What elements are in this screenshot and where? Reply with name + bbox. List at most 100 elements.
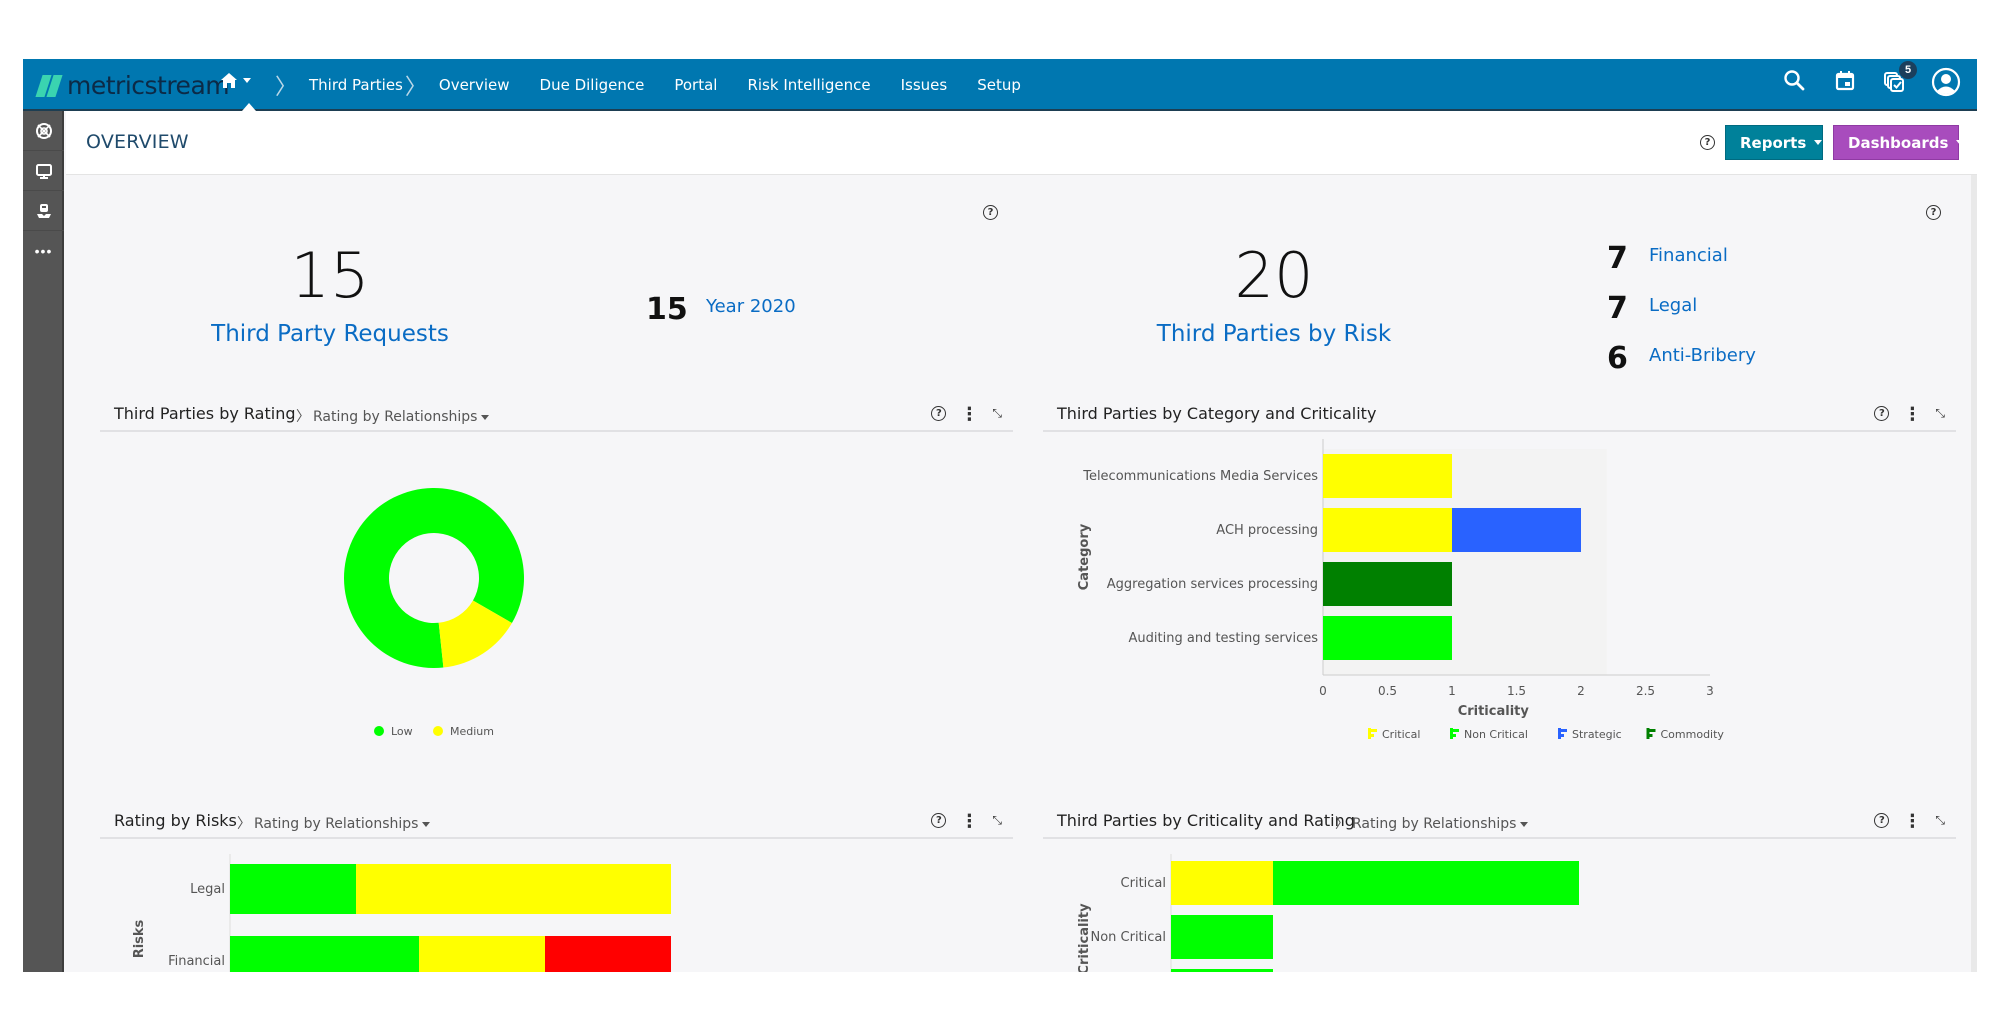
bar-low — [230, 936, 419, 972]
y-axis-title: Criticality — [1077, 903, 1092, 972]
bar-medium — [419, 936, 545, 972]
category-label: Telecommunications Media Services — [1082, 469, 1318, 484]
legend-swatch — [1450, 728, 1453, 739]
search-button[interactable] — [1781, 67, 1809, 95]
view-selector[interactable]: 〉 Rating by Relationships — [296, 406, 490, 426]
kpi-antibribery-label[interactable]: Anti-Bribery — [1649, 345, 1756, 366]
legend-label-commodity: Commodity — [1661, 728, 1725, 741]
help-icon[interactable]: ? — [931, 813, 947, 828]
reports-button[interactable]: Reports — [1725, 125, 1823, 160]
calendar-button[interactable] — [1831, 67, 1859, 95]
view-selector[interactable]: 〉 Rating by Relationships — [237, 813, 431, 833]
bar-critical — [1323, 454, 1452, 498]
kpi-year-label[interactable]: Year 2020 — [706, 296, 796, 317]
panel-header-risks: Rating by Risks 〉 Rating by Relationships… — [100, 805, 1013, 839]
x-tick-label: 2 — [1577, 684, 1585, 698]
kpi-legal-value: 7 — [1607, 291, 1628, 326]
legend-swatch — [1368, 729, 1377, 732]
panel-title: Third Parties by Rating — [114, 404, 296, 423]
legend-label-critical: Critical — [1382, 728, 1420, 741]
tasks-badge: 5 — [1899, 61, 1917, 79]
legend-swatch-low — [374, 726, 384, 736]
category-label: Legal — [190, 882, 225, 897]
donut-slice-low — [344, 487, 524, 668]
expand-icon[interactable]: ⤡ — [992, 406, 1002, 421]
user-profile-button[interactable] — [1931, 67, 1961, 97]
bar-medium — [1171, 861, 1273, 905]
nav-item-overview[interactable]: Overview — [439, 76, 510, 94]
legend-swatch-medium — [433, 726, 443, 736]
kpi-financial-label[interactable]: Financial — [1649, 245, 1728, 266]
legend-swatch — [1558, 728, 1561, 739]
chevron-down-icon — [422, 821, 431, 827]
x-tick-label: 1 — [1448, 684, 1456, 698]
help-icon[interactable]: ? — [1700, 135, 1715, 150]
kpi-legal-label[interactable]: Legal — [1649, 295, 1697, 316]
legend-swatch — [1646, 728, 1650, 739]
dashboards-button[interactable]: Dashboards — [1833, 125, 1965, 160]
home-menu[interactable] — [221, 73, 251, 88]
panel-tools: ? ⋮ ⤡ — [1874, 812, 1945, 830]
panel-header-category: Third Parties by Category and Criticalit… — [1043, 398, 1956, 432]
breadcrumb-separator-icon: 〉 — [275, 74, 298, 99]
tasks-button[interactable]: 5 — [1881, 61, 1917, 95]
help-icon[interactable]: ? — [1874, 813, 1890, 828]
legend-swatch — [1646, 734, 1653, 737]
help-icon[interactable]: ? — [1926, 205, 1941, 220]
view-selector-label: Rating by Relationships — [313, 409, 478, 425]
category-label: Critical — [1121, 876, 1166, 891]
x-tick-label: 2.5 — [1636, 684, 1655, 698]
nav-item-setup[interactable]: Setup — [977, 76, 1021, 94]
bar-low — [1171, 915, 1273, 959]
view-selector-label: Rating by Relationships — [1352, 816, 1517, 832]
nav-menu: 〉 Third Parties 〉 Overview Due Diligence… — [275, 59, 1051, 111]
bar-strategic — [1452, 508, 1581, 552]
help-icon[interactable]: ? — [1874, 406, 1890, 421]
kpi-antibribery-value: 6 — [1607, 341, 1628, 376]
panel-tools: ? ⋮ ⤡ — [1874, 405, 1945, 423]
expand-icon[interactable]: ⤡ — [1935, 406, 1945, 421]
page-header: OVERVIEW ? Reports Dashboards — [66, 111, 1977, 175]
donut-slice-medium — [438, 600, 512, 668]
nav-item-due-diligence[interactable]: Due Diligence — [540, 76, 645, 94]
view-selector[interactable]: 〉 Rating by Relationships — [1335, 813, 1529, 833]
breadcrumb-third-parties[interactable]: Third Parties — [309, 76, 403, 94]
expand-icon[interactable]: ⤡ — [992, 813, 1002, 828]
sidebar-item-monitor[interactable] — [23, 151, 64, 191]
brand-name: metricstream — [67, 71, 230, 100]
more-options-icon[interactable]: ⋮ — [960, 812, 978, 830]
left-sidebar: ••• — [23, 111, 64, 972]
logo-mark-icon — [35, 74, 63, 97]
expand-icon[interactable]: ⤡ — [1935, 813, 1945, 828]
more-options-icon[interactable]: ⋮ — [1903, 405, 1921, 423]
more-options-icon[interactable]: ⋮ — [960, 405, 978, 423]
sidebar-item-target[interactable] — [23, 111, 64, 151]
panel-tools: ? ⋮ ⤡ — [931, 812, 1002, 830]
more-options-icon[interactable]: ⋮ — [1903, 812, 1921, 830]
sidebar-item-third-party[interactable] — [23, 191, 64, 231]
page-title: OVERVIEW — [86, 131, 189, 153]
dashboards-label: Dashboards — [1848, 133, 1949, 152]
kpi-risk-value: 20 — [1234, 239, 1314, 312]
x-tick-label: 0 — [1319, 684, 1327, 698]
brand-logo[interactable]: metricstream — [35, 71, 230, 100]
kpi-requests-label[interactable]: Third Party Requests — [170, 321, 490, 347]
hand-shield-icon — [36, 203, 51, 218]
panel-title: Rating by Risks — [114, 811, 237, 830]
category-label: Auditing and testing services — [1129, 631, 1319, 646]
help-icon[interactable]: ? — [983, 205, 998, 220]
nav-item-risk-intelligence[interactable]: Risk Intelligence — [747, 76, 870, 94]
nav-item-portal[interactable]: Portal — [674, 76, 717, 94]
bar-commodity — [1323, 562, 1452, 606]
nav-item-issues[interactable]: Issues — [901, 76, 948, 94]
legend-label-non-critical: Non Critical — [1464, 728, 1528, 741]
sidebar-item-more[interactable]: ••• — [23, 231, 64, 271]
monitor-icon — [35, 163, 52, 179]
kpi-risk-label[interactable]: Third Parties by Risk — [1114, 321, 1434, 347]
help-icon[interactable]: ? — [931, 406, 947, 421]
legend-label-strategic: Strategic — [1572, 728, 1622, 741]
vertical-scrollbar[interactable] — [1971, 175, 1977, 972]
reports-label: Reports — [1740, 133, 1807, 152]
user-profile-icon — [1931, 67, 1961, 97]
chevron-down-icon — [1956, 140, 1965, 145]
